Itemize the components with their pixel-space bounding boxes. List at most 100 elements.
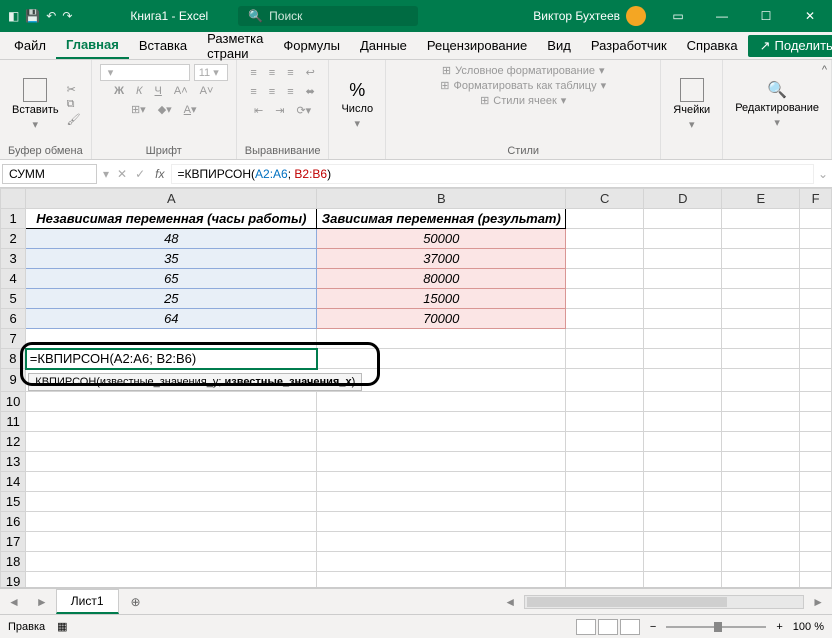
row-header[interactable]: 12 [1, 431, 26, 451]
fill-color-icon[interactable]: ◆▾ [154, 101, 176, 118]
close-icon[interactable]: ✕ [788, 0, 832, 32]
format-painter-icon[interactable]: 🖌 [67, 113, 81, 126]
row-header[interactable]: 3 [1, 249, 26, 269]
underline-button[interactable]: Ч [151, 83, 166, 99]
row-header[interactable]: 2 [1, 229, 26, 249]
formula-input[interactable]: =КВПИРСОН(A2:A6; B2:B6) [171, 164, 814, 184]
cell-styles-button[interactable]: ⊞ Стили ячеек ▾ [480, 94, 566, 107]
search-input[interactable]: 🔍 Поиск [238, 6, 418, 26]
cancel-icon[interactable]: ✕ [113, 167, 131, 181]
cell[interactable]: 70000 [317, 309, 566, 329]
enter-icon[interactable]: ✓ [131, 167, 149, 181]
align-left-icon[interactable]: ≡ [246, 84, 260, 100]
row-header[interactable]: 18 [1, 551, 26, 571]
sheet-nav-next-icon[interactable]: ► [28, 595, 56, 609]
name-box[interactable]: СУММ [2, 164, 97, 184]
bold-button[interactable]: Ж [110, 83, 128, 99]
indent-inc-icon[interactable]: ⇥ [271, 102, 288, 119]
tab-insert[interactable]: Вставка [129, 33, 197, 58]
cell[interactable]: Зависимая переменная (результат) [317, 209, 566, 229]
active-cell[interactable]: =КВПИРСОН(A2:A6; B2:B6) [26, 349, 317, 369]
align-top-icon[interactable]: ≡ [246, 65, 260, 81]
view-layout-icon[interactable] [598, 619, 618, 635]
zoom-level[interactable]: 100 % [793, 621, 824, 633]
col-header-E[interactable]: E [722, 189, 800, 209]
select-all-corner[interactable] [1, 189, 26, 209]
align-center-icon[interactable]: ≡ [265, 84, 279, 100]
col-header-F[interactable]: F [800, 189, 832, 209]
row-header[interactable]: 15 [1, 491, 26, 511]
row-header[interactable]: 1 [1, 209, 26, 229]
maximize-icon[interactable]: ☐ [744, 0, 788, 32]
align-mid-icon[interactable]: ≡ [265, 65, 279, 81]
col-header-B[interactable]: B [317, 189, 566, 209]
zoom-out-icon[interactable]: − [650, 621, 656, 633]
cell[interactable]: 37000 [317, 249, 566, 269]
tab-file[interactable]: Файл [4, 33, 56, 58]
redo-icon[interactable]: ↷ [62, 9, 72, 23]
cell[interactable]: 25 [26, 289, 317, 309]
number-format-button[interactable]: %Число▾ [337, 78, 377, 132]
zoom-slider[interactable] [666, 626, 766, 628]
tab-data[interactable]: Данные [350, 33, 417, 58]
row-header[interactable]: 8 [1, 349, 26, 369]
font-grow-icon[interactable]: A˄ [170, 83, 192, 99]
sheet-nav-prev-icon[interactable]: ◄ [0, 595, 28, 609]
add-sheet-icon[interactable]: ⊕ [119, 595, 153, 609]
copy-icon[interactable]: ⧉ [67, 98, 81, 111]
align-right-icon[interactable]: ≡ [283, 84, 297, 100]
share-button[interactable]: ↗ Поделиться [748, 35, 832, 57]
zoom-in-icon[interactable]: + [776, 621, 782, 633]
tab-home[interactable]: Главная [56, 32, 129, 59]
merge-icon[interactable]: ⬌ [302, 83, 319, 100]
row-header[interactable]: 5 [1, 289, 26, 309]
view-pagebreak-icon[interactable] [620, 619, 640, 635]
save-icon[interactable]: 💾 [25, 9, 40, 23]
italic-button[interactable]: К [132, 83, 146, 99]
tab-help[interactable]: Справка [677, 33, 748, 58]
tab-review[interactable]: Рецензирование [417, 33, 537, 58]
hscroll-right-icon[interactable]: ► [804, 595, 832, 609]
horizontal-scrollbar[interactable] [524, 595, 804, 609]
border-icon[interactable]: ⊞▾ [127, 101, 150, 118]
row-header[interactable]: 9 [1, 369, 26, 392]
fx-icon[interactable]: fx [149, 167, 170, 181]
row-header[interactable]: 11 [1, 411, 26, 431]
cut-icon[interactable]: ✂ [67, 83, 81, 96]
cell[interactable]: 15000 [317, 289, 566, 309]
undo-icon[interactable]: ↶ [46, 9, 56, 23]
sheet-tab[interactable]: Лист1 [56, 589, 119, 614]
user-account[interactable]: Виктор Бухтеев [533, 6, 646, 26]
editing-button[interactable]: 🔍Редактирование▾ [731, 78, 823, 131]
paste-button[interactable]: Вставить ▾ [8, 76, 63, 133]
col-header-C[interactable]: C [566, 189, 644, 209]
tab-view[interactable]: Вид [537, 33, 581, 58]
tab-developer[interactable]: Разработчик [581, 33, 677, 58]
collapse-ribbon-icon[interactable]: ^ [822, 64, 827, 76]
view-normal-icon[interactable] [576, 619, 596, 635]
cells-button[interactable]: Ячейки▾ [669, 76, 714, 133]
wrap-icon[interactable]: ↩ [302, 64, 319, 81]
align-bot-icon[interactable]: ≡ [283, 65, 297, 81]
autosave-icon[interactable]: ◧ [8, 9, 19, 23]
row-header[interactable]: 16 [1, 511, 26, 531]
cell[interactable]: 35 [26, 249, 317, 269]
font-color-icon[interactable]: A▾ [180, 101, 201, 118]
hscroll-left-icon[interactable]: ◄ [496, 595, 524, 609]
cell[interactable]: 50000 [317, 229, 566, 249]
orientation-icon[interactable]: ⟳▾ [292, 102, 315, 119]
row-header[interactable]: 19 [1, 571, 26, 588]
col-header-D[interactable]: D [644, 189, 722, 209]
row-header[interactable]: 13 [1, 451, 26, 471]
row-header[interactable]: 14 [1, 471, 26, 491]
ribbon-options-icon[interactable]: ▭ [656, 0, 700, 32]
macro-record-icon[interactable]: ▦ [57, 620, 67, 633]
format-as-table-button[interactable]: ⊞ Форматировать как таблицу ▾ [440, 79, 606, 92]
cell[interactable]: 48 [26, 229, 317, 249]
row-header[interactable]: 17 [1, 531, 26, 551]
row-header[interactable]: 10 [1, 391, 26, 411]
cell[interactable]: 80000 [317, 269, 566, 289]
cell[interactable]: 64 [26, 309, 317, 329]
minimize-icon[interactable]: — [700, 0, 744, 32]
font-combo[interactable]: ▾ [100, 64, 190, 81]
